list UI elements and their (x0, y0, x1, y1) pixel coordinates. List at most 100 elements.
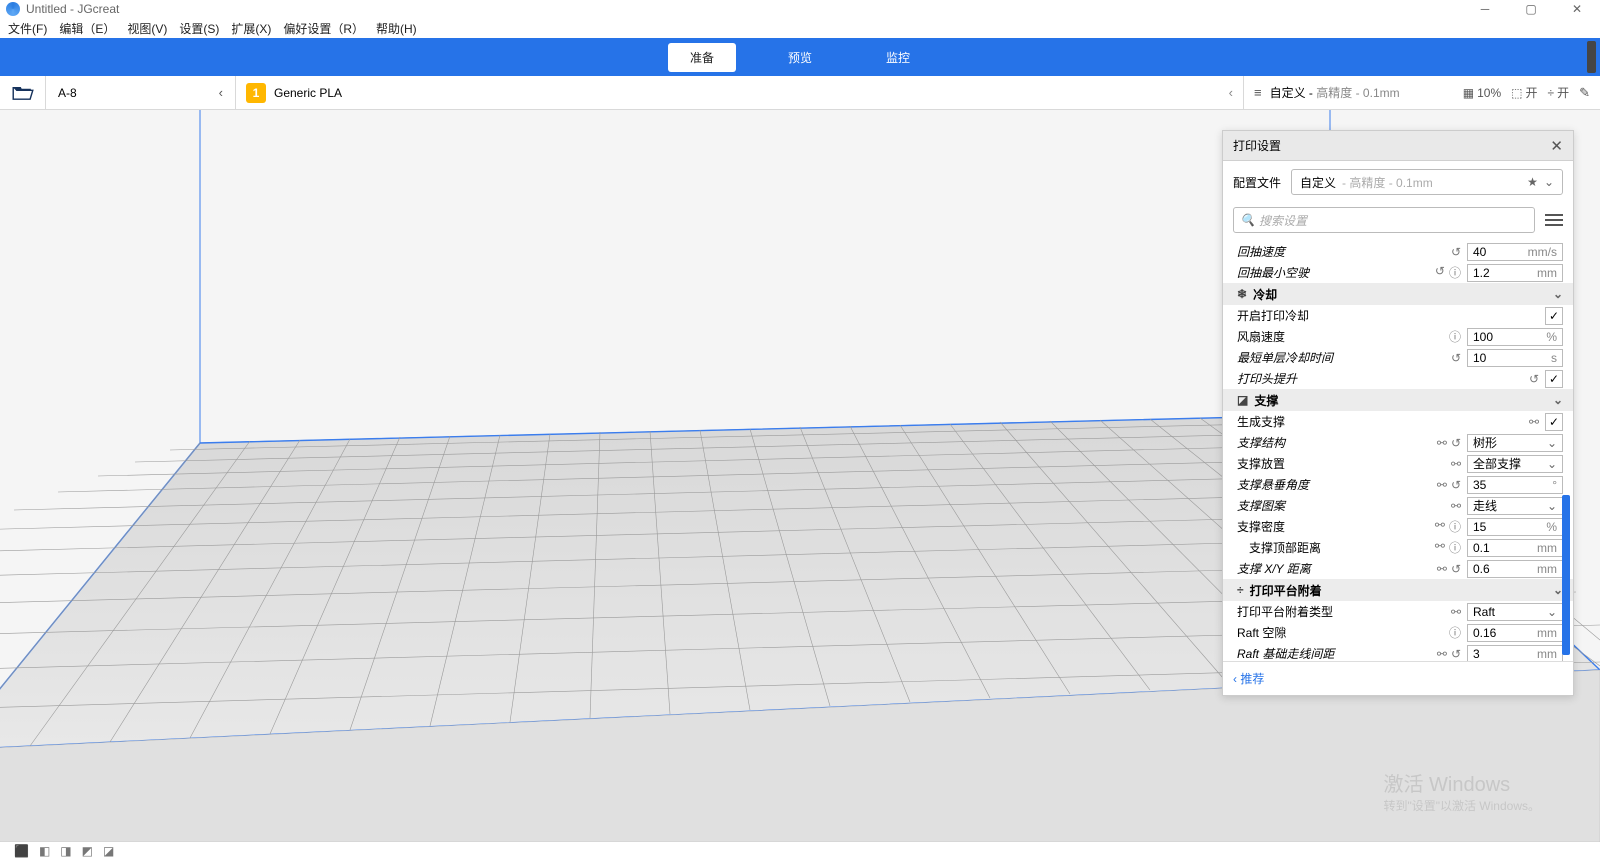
info-icon[interactable]: ⓘ (1449, 624, 1461, 641)
link-icon[interactable]: ⚯ (1451, 457, 1461, 471)
menu-extensions[interactable]: 扩展(X) (227, 20, 275, 37)
setting-fan-speed-input[interactable]: 100% (1467, 328, 1563, 346)
infill-indicator[interactable]: ▦10% (1463, 86, 1501, 100)
open-file-button[interactable] (0, 76, 46, 109)
window-title: Untitled - JGcreat (26, 2, 119, 16)
setting-min-layer-time-input[interactable]: 10s (1467, 349, 1563, 367)
stage-preview[interactable]: 预览 (766, 43, 834, 72)
setting-raft-gap-input[interactable]: 0.16mm (1467, 624, 1563, 642)
link-icon[interactable]: ⚯ (1435, 518, 1445, 535)
adhesion-indicator[interactable]: ÷开 (1547, 84, 1569, 101)
setting-sup-xy-input[interactable]: 0.6mm (1467, 560, 1563, 578)
menu-help[interactable]: 帮助(H) (372, 20, 421, 37)
settings-scrollbar[interactable] (1562, 495, 1570, 655)
star-icon: ★ (1527, 175, 1538, 189)
link-icon[interactable]: ⚯ (1437, 647, 1447, 661)
reset-icon[interactable]: ↺ (1451, 351, 1461, 365)
menu-settings[interactable]: 设置(S) (175, 20, 223, 37)
reset-icon[interactable]: ↺ (1529, 372, 1539, 386)
close-panel-button[interactable]: ✕ (1550, 137, 1563, 155)
setting-retract-min-input[interactable]: 1.2mm (1467, 264, 1563, 282)
view-top-icon[interactable]: ◨ (60, 844, 71, 858)
setting-sup-angle-label: 支撑悬垂角度 (1237, 476, 1377, 493)
print-settings-panel: 打印设置 ✕ 配置文件 自定义 - 高精度 - 0.1mm ★⌄ 🔍 搜索设置 … (1222, 130, 1574, 696)
link-icon[interactable]: ⚯ (1437, 436, 1447, 450)
stage-monitor[interactable]: 监控 (864, 43, 932, 72)
link-icon[interactable]: ⚯ (1437, 478, 1447, 492)
menu-edit[interactable]: 编辑（E） (55, 20, 119, 37)
menu-preferences[interactable]: 偏好设置（R） (279, 20, 368, 37)
setting-sup-struct-select[interactable]: 树形⌄ (1467, 434, 1563, 452)
menu-view[interactable]: 视图(V) (123, 20, 171, 37)
profile-summary[interactable]: ≡ 自定义 - 高精度 - 0.1mm ▦10% ⬚开 ÷开 ✎ (1244, 76, 1600, 109)
profile-dd-value: 自定义 (1300, 174, 1336, 191)
material-selector[interactable]: 1 Generic PLA ‹ (236, 76, 1244, 109)
link-icon[interactable]: ⚯ (1529, 415, 1539, 429)
printer-selector[interactable]: A-8 ‹ (46, 76, 236, 109)
adhesion-icon: ÷ (1547, 86, 1554, 100)
info-icon[interactable]: ⓘ (1449, 518, 1461, 535)
setting-gen-support-checkbox[interactable]: ✓ (1545, 413, 1563, 431)
profile-dropdown[interactable]: 自定义 - 高精度 - 0.1mm ★⌄ (1291, 169, 1563, 195)
view-3d-icon[interactable]: ⬛ (14, 844, 29, 858)
chevron-down-icon: ⌄ (1547, 436, 1557, 450)
chevron-down-icon: ⌄ (1544, 175, 1554, 189)
setting-head-lift-checkbox[interactable]: ✓ (1545, 370, 1563, 388)
category-adhesion[interactable]: ÷ 打印平台附着 ⌄ (1223, 579, 1573, 601)
setting-retract-speed-input[interactable]: 40mm/s (1467, 243, 1563, 261)
link-icon[interactable]: ⚯ (1451, 499, 1461, 513)
category-support[interactable]: ◪ 支撑 ⌄ (1223, 389, 1573, 411)
setting-adh-type-label: 打印平台附着类型 (1237, 603, 1377, 620)
category-cooling[interactable]: ❄ 冷却 ⌄ (1223, 283, 1573, 305)
statusbar: ⬛ ◧ ◨ ◩ ◪ (0, 842, 128, 860)
setting-sup-density-input[interactable]: 15% (1467, 518, 1563, 536)
info-icon[interactable]: ⓘ (1449, 328, 1461, 345)
view-right-icon[interactable]: ◪ (103, 844, 114, 858)
setting-enable-cooling-checkbox[interactable]: ✓ (1545, 307, 1563, 325)
stage-scroll-track[interactable] (1587, 41, 1596, 73)
maximize-button[interactable]: ▢ (1508, 0, 1554, 18)
setting-enable-cooling-label: 开启打印冷却 (1237, 307, 1377, 324)
reset-icon[interactable]: ↺ (1451, 478, 1461, 492)
support-icon: ◪ (1237, 393, 1248, 407)
settings-list: 回抽速度 ↺ 40mm/s 回抽最小空驶 ↺ⓘ 1.2mm ❄ 冷却 ⌄ 开启打… (1223, 241, 1573, 661)
setting-fan-speed-label: 风扇速度 (1237, 328, 1377, 345)
setting-sup-pattern-select[interactable]: 走线⌄ (1467, 497, 1563, 515)
menu-file[interactable]: 文件(F) (4, 20, 51, 37)
setting-retract-speed-label: 回抽速度 (1237, 243, 1377, 260)
reset-icon[interactable]: ↺ (1451, 647, 1461, 661)
support-icon: ⬚ (1511, 86, 1522, 100)
view-front-icon[interactable]: ◧ (39, 844, 50, 858)
minimize-button[interactable]: ─ (1462, 0, 1508, 18)
link-icon[interactable]: ⚯ (1437, 562, 1447, 576)
pencil-icon[interactable]: ✎ (1579, 85, 1590, 101)
setting-adh-type-select[interactable]: Raft⌄ (1467, 603, 1563, 621)
setting-sup-angle-input[interactable]: 35° (1467, 476, 1563, 494)
setting-sup-top-dist-input[interactable]: 0.1mm (1467, 539, 1563, 557)
info-icon[interactable]: ⓘ (1449, 539, 1461, 556)
search-placeholder: 搜索设置 (1259, 212, 1307, 229)
panel-header: 打印设置 ✕ (1223, 131, 1573, 161)
panel-footer: ‹ 推荐 (1223, 661, 1573, 695)
link-icon[interactable]: ⚯ (1451, 605, 1461, 619)
recommended-button[interactable]: ‹ 推荐 (1233, 672, 1264, 686)
info-icon[interactable]: ⓘ (1449, 264, 1461, 281)
setting-raft-base-input[interactable]: 3mm (1467, 645, 1563, 662)
search-settings-input[interactable]: 🔍 搜索设置 (1233, 207, 1535, 233)
reset-icon[interactable]: ↺ (1451, 562, 1461, 576)
support-indicator[interactable]: ⬚开 (1511, 84, 1537, 101)
setting-sup-pattern-label: 支撑图案 (1237, 497, 1377, 514)
setting-sup-xy-label: 支撑 X/Y 距离 (1237, 560, 1377, 577)
settings-menu-button[interactable] (1545, 214, 1563, 226)
link-icon[interactable]: ⚯ (1435, 539, 1445, 556)
stage-prepare[interactable]: 准备 (668, 43, 736, 72)
setting-sup-place-select[interactable]: 全部支撑⌄ (1467, 455, 1563, 473)
reset-icon[interactable]: ↺ (1451, 436, 1461, 450)
reset-icon[interactable]: ↺ (1451, 245, 1461, 259)
view-left-icon[interactable]: ◩ (82, 844, 93, 858)
printer-name: A-8 (58, 86, 77, 100)
setting-raft-gap-label: Raft 空隙 (1237, 624, 1377, 641)
close-button[interactable]: ✕ (1554, 0, 1600, 18)
panel-title: 打印设置 (1233, 137, 1281, 154)
reset-icon[interactable]: ↺ (1435, 264, 1445, 281)
